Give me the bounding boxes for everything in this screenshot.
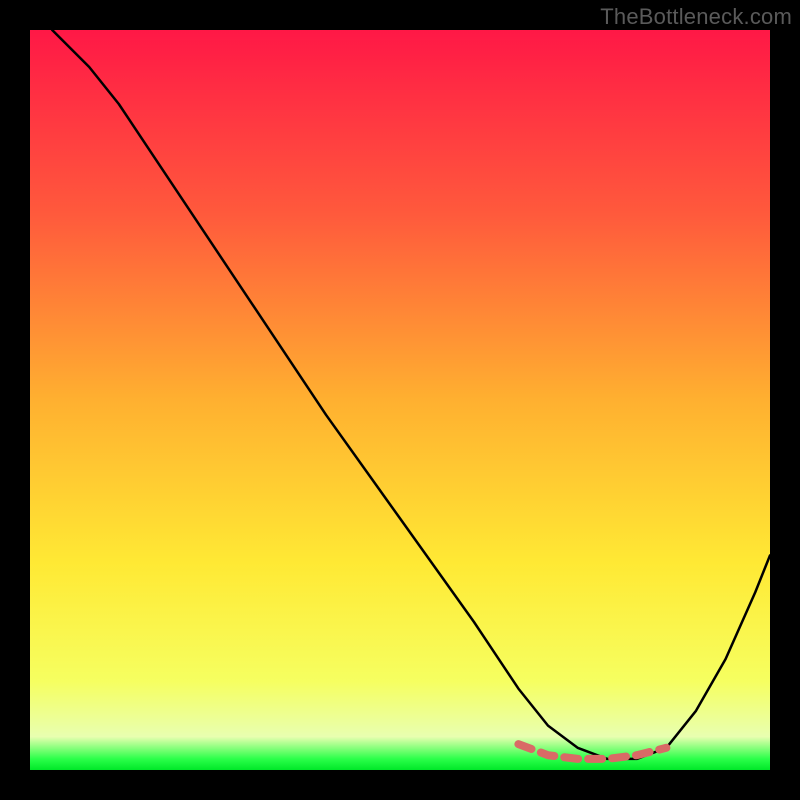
attribution-label: TheBottleneck.com <box>600 4 792 30</box>
plot-background <box>30 30 770 770</box>
bottleneck-chart <box>0 0 800 800</box>
chart-frame: TheBottleneck.com <box>0 0 800 800</box>
